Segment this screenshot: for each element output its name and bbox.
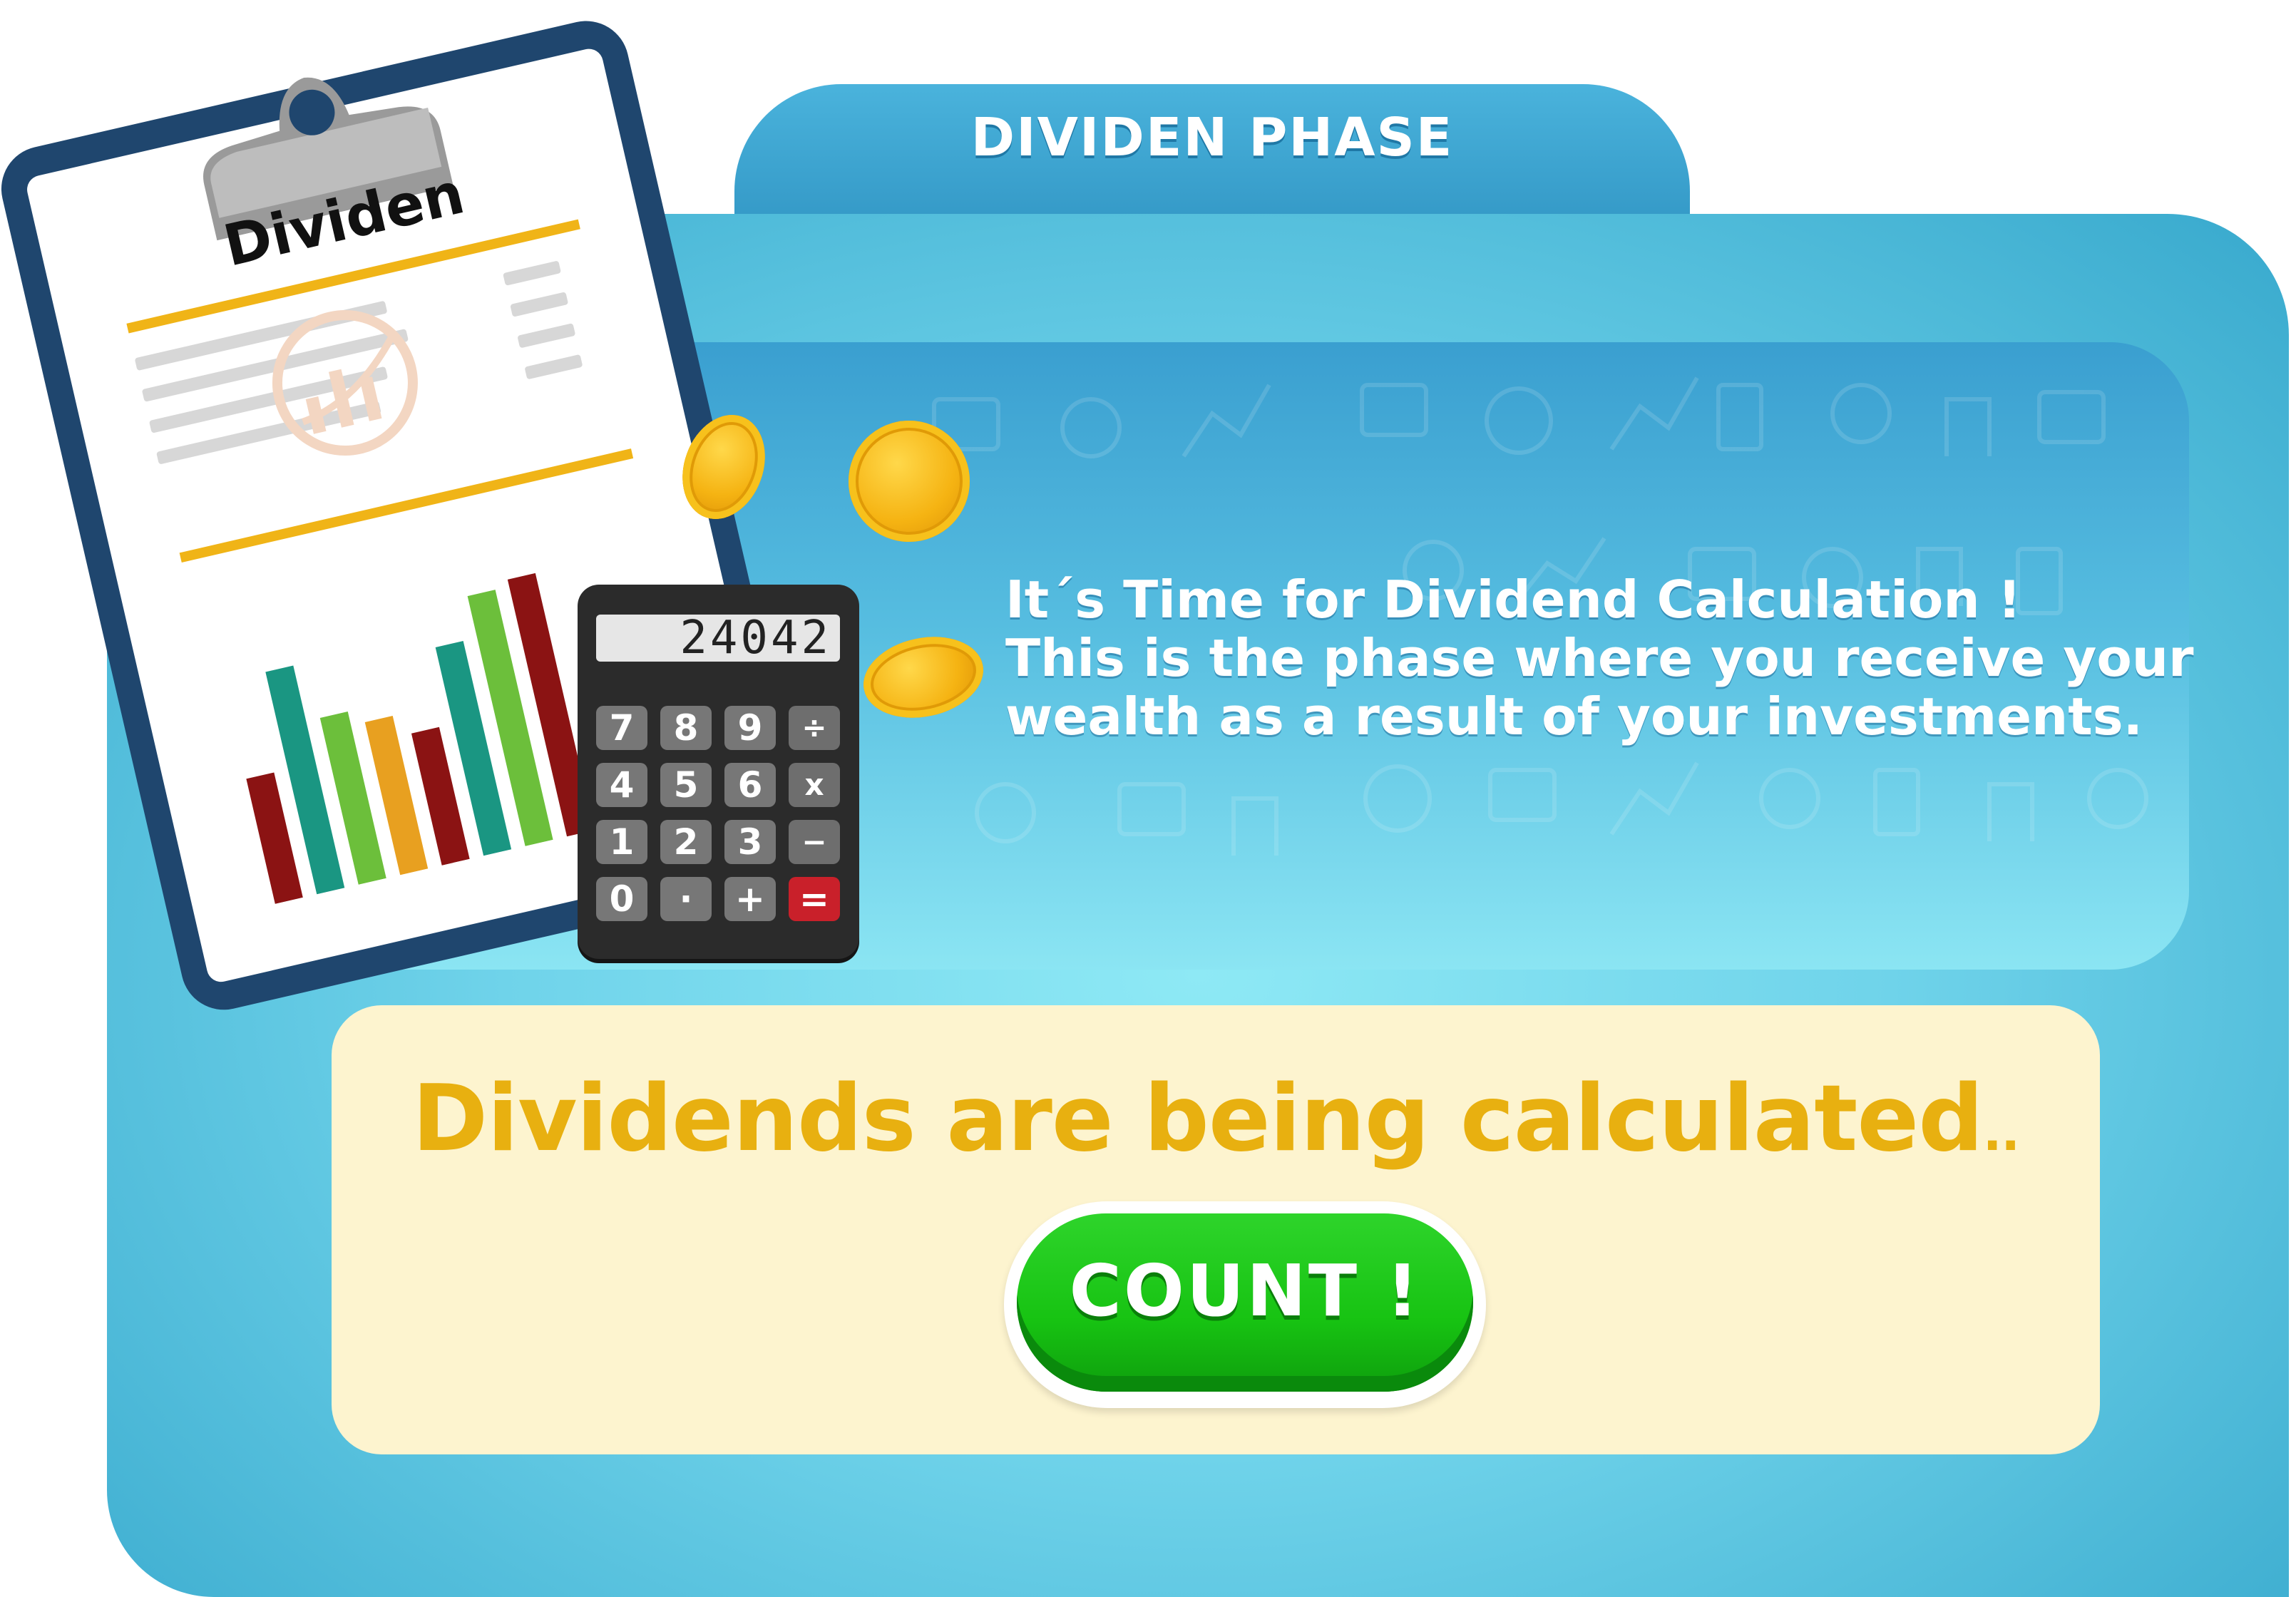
calculator-keypad: 7 8 9 ÷ 4 5 6 x 1 2 3 − 0 · + = [596, 706, 846, 934]
message-heading: It´s Time for Dividend Calculation ! [1005, 570, 2021, 630]
phase-description: It´s Time for Dividend Calculation ! Thi… [1005, 570, 2194, 746]
message-line-2: This is the phase where you receive your [1005, 628, 2194, 688]
calculator-key: + [724, 877, 776, 921]
calculator-key: · [660, 877, 712, 921]
calculator-key: 3 [724, 820, 776, 864]
count-button-label[interactable]: COUNT ! [1017, 1249, 1473, 1332]
calculator-key: 4 [596, 763, 647, 807]
calculator-key: 8 [660, 706, 712, 750]
calculator-key: 7 [596, 706, 647, 750]
message-line-3: wealth as a result of your investments. [1005, 687, 2143, 746]
calculator-key: ÷ [789, 706, 840, 750]
calculating-status: Dividends are being calculated.. [332, 1066, 2100, 1172]
calculator-key: x [789, 763, 840, 807]
phase-title: DIVIDEN PHASE [970, 107, 1454, 168]
calculator-key: 2 [660, 820, 712, 864]
calculator-key: 0 [596, 877, 647, 921]
calculator-display: 24042 [596, 615, 840, 662]
calculator-key: 1 [596, 820, 647, 864]
calculator-key: 5 [660, 763, 712, 807]
calculating-dots: .. [1982, 1104, 2020, 1162]
calculator-key: 9 [724, 706, 776, 750]
calculating-status-text: Dividends are being calculated [411, 1066, 1984, 1172]
calculator-key: = [789, 877, 840, 921]
calculator-key: − [789, 820, 840, 864]
calculator-key: 6 [724, 763, 776, 807]
gold-coin-icon [849, 421, 970, 542]
